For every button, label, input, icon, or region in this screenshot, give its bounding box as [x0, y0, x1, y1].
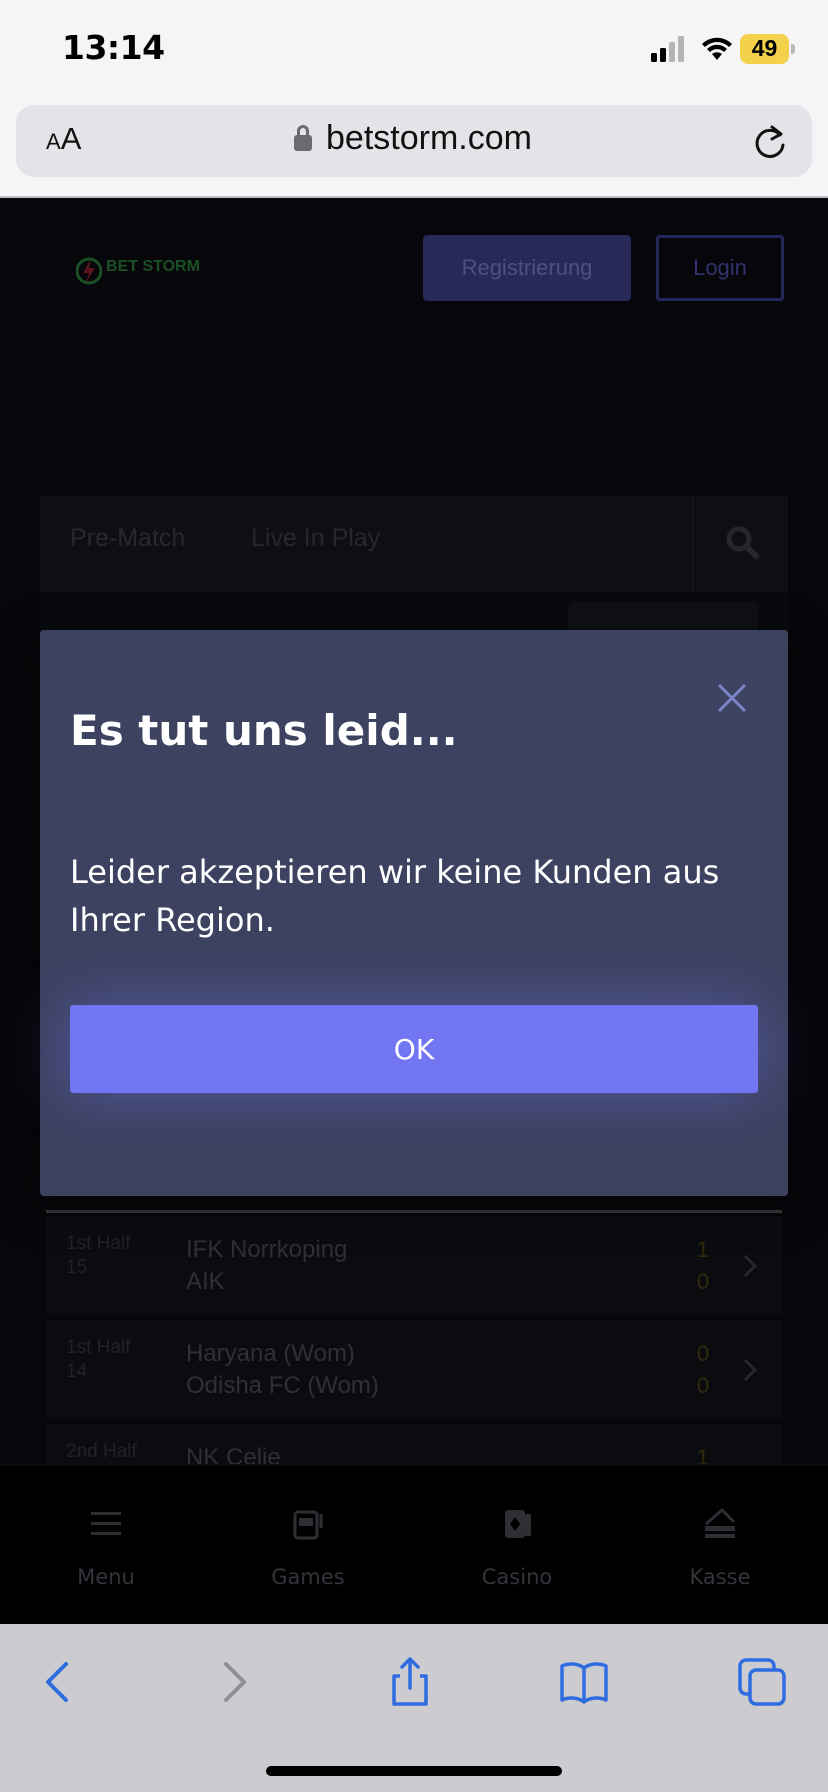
status-bar: 13:14 49: [0, 0, 828, 98]
cellular-signal-icon: [651, 36, 684, 62]
address-bar[interactable]: AA betstorm.com: [16, 105, 812, 177]
close-icon[interactable]: [716, 682, 748, 714]
wifi-icon: [702, 37, 732, 60]
nav-casino[interactable]: Casino: [442, 1506, 592, 1589]
battery-level: 49: [751, 35, 778, 61]
battery-icon: 49: [740, 34, 796, 64]
browser-url-area: AA betstorm.com: [0, 98, 828, 198]
cards-icon: [505, 1510, 531, 1538]
menu-icon: [91, 1512, 121, 1535]
nav-menu[interactable]: Menu: [31, 1506, 181, 1589]
nav-games[interactable]: Games: [233, 1506, 383, 1589]
status-time: 13:14: [62, 28, 165, 67]
back-icon[interactable]: [30, 1654, 86, 1710]
home-indicator[interactable]: [266, 1766, 562, 1776]
ok-button[interactable]: OK: [70, 1005, 758, 1093]
bottom-app-nav: Menu Games Casino Kasse: [0, 1466, 828, 1624]
nav-kasse[interactable]: Kasse: [645, 1506, 795, 1589]
browser-toolbar: [0, 1624, 828, 1792]
dialog-title: Es tut uns leid...: [70, 706, 458, 755]
lock-icon: [294, 125, 312, 151]
region-restriction-dialog: Es tut uns leid... Leider akzeptieren wi…: [40, 630, 788, 1196]
slot-machine-icon: [293, 1510, 323, 1540]
tabs-icon[interactable]: [734, 1654, 790, 1710]
dialog-message: Leider akzeptieren wir keine Kunden aus …: [70, 853, 720, 939]
url-domain: betstorm.com: [326, 119, 532, 157]
bookmarks-icon[interactable]: [556, 1654, 612, 1710]
share-icon[interactable]: [382, 1654, 438, 1710]
reload-icon[interactable]: [750, 121, 790, 161]
forward-icon[interactable]: [206, 1654, 262, 1710]
cashier-icon: [705, 1507, 736, 1538]
text-size-button[interactable]: AA: [46, 121, 81, 157]
